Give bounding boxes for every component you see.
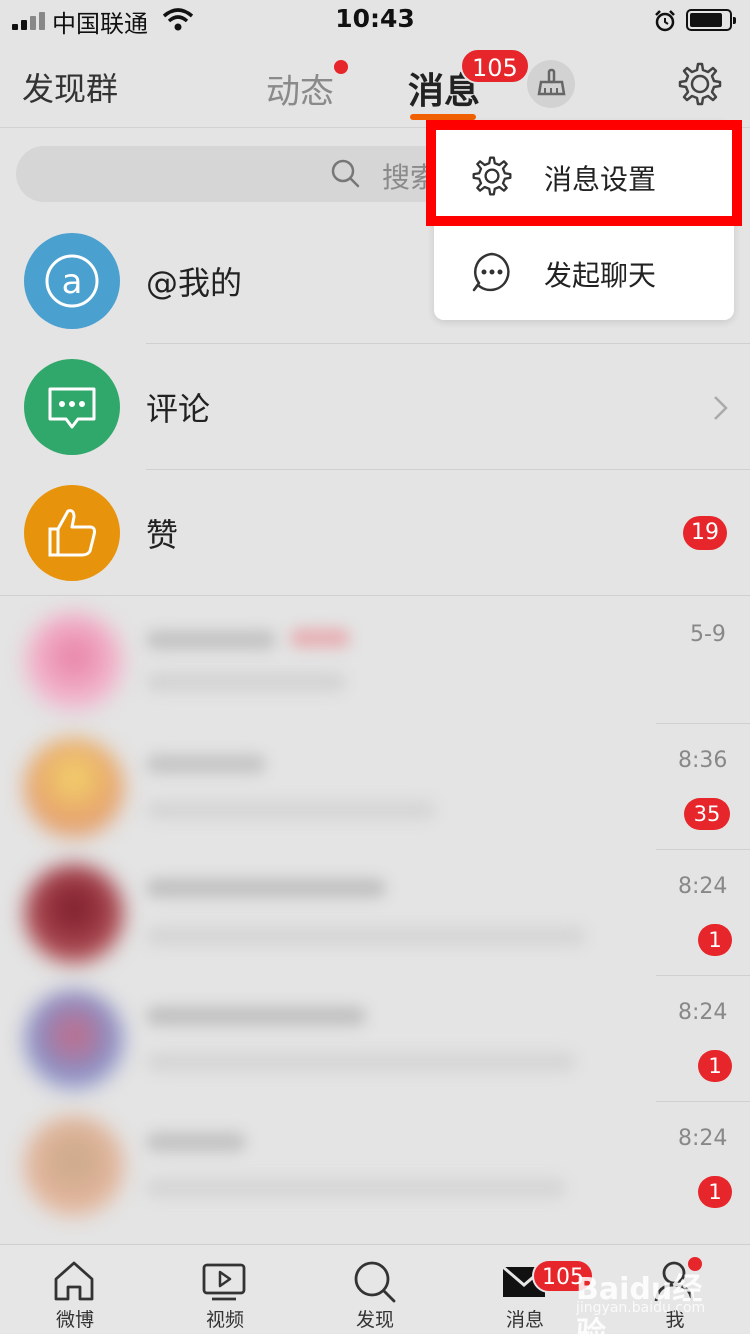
list-item-title: 赞 <box>146 516 179 554</box>
search-icon <box>354 1261 396 1303</box>
comments-avatar <box>24 359 120 455</box>
baidu-watermark: Baidu经验 jingyan.baidu.com <box>576 1272 706 1334</box>
conversation-row[interactable]: 8:24 1 <box>20 976 750 1102</box>
comment-icon <box>48 387 96 429</box>
conversation-time: 8:24 <box>678 1000 728 1025</box>
avatar <box>24 738 124 838</box>
avatar <box>24 990 124 1090</box>
list-item-comments[interactable]: 评论 <box>0 344 750 470</box>
tab-label: 微博 <box>55 1309 94 1331</box>
tab-label: 视频 <box>205 1309 244 1331</box>
divider <box>0 595 750 596</box>
list-item-title: @我的 <box>146 264 243 302</box>
home-icon <box>54 1261 94 1301</box>
chat-bubble-icon <box>472 252 510 292</box>
tab-home[interactable]: 微博 <box>0 1245 150 1334</box>
broom-icon <box>537 68 566 96</box>
likes-count-badge: 19 <box>683 516 727 550</box>
conversation-list: 5-9 8:36 35 8:24 1 8:24 1 8:24 1 <box>20 598 750 1228</box>
conversation-time: 8:36 <box>678 748 728 773</box>
conversation-time: 5-9 <box>690 622 726 647</box>
search-icon <box>331 159 360 188</box>
avatar <box>24 864 124 964</box>
gear-icon[interactable] <box>676 60 724 108</box>
highlight-box <box>426 120 742 226</box>
list-item-title: 评论 <box>146 390 211 428</box>
conversation-time: 8:24 <box>678 1126 728 1151</box>
battery-icon <box>686 9 736 31</box>
messages-count-badge: 105 <box>460 48 530 84</box>
tab-discover[interactable]: 发现 <box>300 1245 450 1334</box>
tab-video[interactable]: 视频 <box>150 1245 300 1334</box>
unread-badge: 1 <box>698 924 732 956</box>
menu-item-start-chat[interactable]: 发起聊天 <box>434 224 734 320</box>
likes-avatar <box>24 485 120 581</box>
list-item-likes[interactable]: 赞 19 <box>0 470 750 596</box>
video-icon <box>202 1263 246 1301</box>
discover-group-link[interactable]: 发现群 <box>22 64 118 110</box>
clock: 10:43 <box>335 4 415 33</box>
at-icon: a <box>45 254 99 308</box>
svg-text:a: a <box>62 262 83 302</box>
status-bar: 中国联通 10:43 <box>0 0 750 40</box>
unread-badge: 1 <box>698 1176 732 1208</box>
conversation-time: 8:24 <box>678 874 728 899</box>
tab-feed[interactable]: 动态 <box>266 64 334 113</box>
avatar <box>24 612 124 712</box>
conversation-row[interactable]: 5-9 <box>20 598 750 724</box>
unread-badge: 35 <box>684 798 730 830</box>
chevron-right-icon <box>714 396 728 420</box>
avatar <box>24 1116 124 1216</box>
thumbs-up-icon <box>48 509 96 557</box>
unread-badge: 1 <box>698 1050 732 1082</box>
menu-item-label: 发起聊天 <box>544 259 657 292</box>
tab-label: 发现 <box>355 1309 394 1331</box>
conversation-row[interactable]: 8:36 35 <box>20 724 750 850</box>
mentions-avatar: a <box>24 233 120 329</box>
feed-notification-dot <box>334 60 348 74</box>
clear-unread-button[interactable] <box>527 60 575 108</box>
top-nav: 发现群 动态 消息 105 <box>0 40 750 128</box>
conversation-row[interactable]: 8:24 1 <box>20 850 750 976</box>
conversation-row[interactable]: 8:24 1 <box>20 1102 750 1228</box>
alarm-icon <box>655 10 675 32</box>
